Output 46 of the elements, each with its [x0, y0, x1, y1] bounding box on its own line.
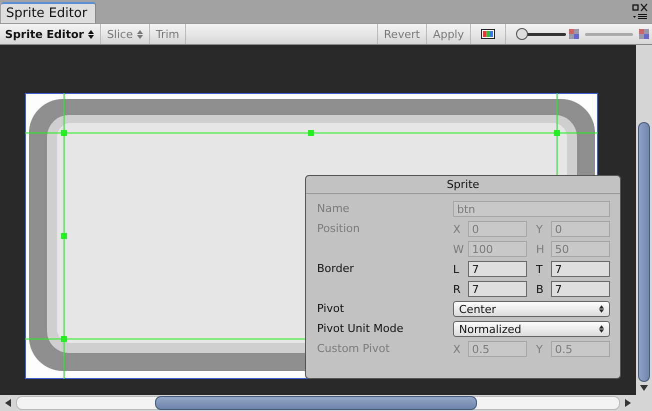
axis-label: B — [536, 282, 545, 296]
panel-title: Sprite — [306, 176, 620, 194]
border-handle[interactable] — [61, 336, 67, 342]
axis-label: Y — [536, 222, 544, 236]
border-handle[interactable] — [61, 233, 67, 239]
dropdown[interactable]: Center — [453, 301, 610, 317]
field-label: Pivot — [317, 301, 346, 317]
field-label: Name — [317, 201, 350, 217]
scrollbar-thumb[interactable] — [638, 122, 650, 382]
down-arrow-icon[interactable] — [639, 384, 649, 392]
field-label: Pivot Unit Mode — [317, 321, 404, 337]
axis-label: T — [536, 262, 544, 276]
checker-icon — [639, 29, 649, 39]
field-label: Position — [317, 221, 361, 237]
window-controls-icon[interactable] — [632, 2, 648, 22]
vertical-scrollbar[interactable] — [636, 45, 652, 395]
mip-slider[interactable] — [585, 32, 633, 36]
mode-dropdown[interactable]: Sprite Editor — [0, 24, 101, 44]
up-down-arrows-icon — [88, 30, 94, 38]
axis-label: R — [453, 282, 462, 296]
axis-label: X — [453, 342, 462, 356]
axis-label: H — [536, 242, 546, 256]
border-handle[interactable] — [554, 130, 560, 136]
left-arrow-icon[interactable] — [4, 398, 12, 408]
number-field[interactable]: 7 — [551, 281, 610, 297]
color-bars-icon — [481, 29, 495, 39]
up-down-arrows-icon — [599, 325, 604, 333]
window-tab[interactable]: Sprite Editor — [1, 2, 96, 23]
scrollbar-thumb[interactable] — [155, 396, 477, 410]
axis-label: W — [453, 242, 464, 256]
axis-label: Y — [536, 342, 544, 356]
up-down-arrows-icon — [136, 30, 143, 38]
number-field[interactable]: 7 — [551, 261, 610, 277]
axis-label: X — [453, 222, 462, 236]
field-label: Custom Pivot — [317, 341, 391, 357]
up-down-arrows-icon — [599, 305, 604, 313]
right-arrow-icon[interactable] — [624, 398, 632, 408]
zoom-slider[interactable] — [514, 28, 566, 40]
field-label: Border — [317, 261, 355, 277]
border-handle[interactable] — [308, 130, 314, 136]
axis-label: L — [453, 262, 460, 276]
dropdown[interactable]: Normalized — [453, 321, 610, 337]
number-field[interactable]: 7 — [468, 281, 527, 297]
number-field[interactable]: 7 — [468, 261, 527, 277]
checker-icon — [569, 29, 579, 39]
border-handle[interactable] — [61, 130, 67, 136]
